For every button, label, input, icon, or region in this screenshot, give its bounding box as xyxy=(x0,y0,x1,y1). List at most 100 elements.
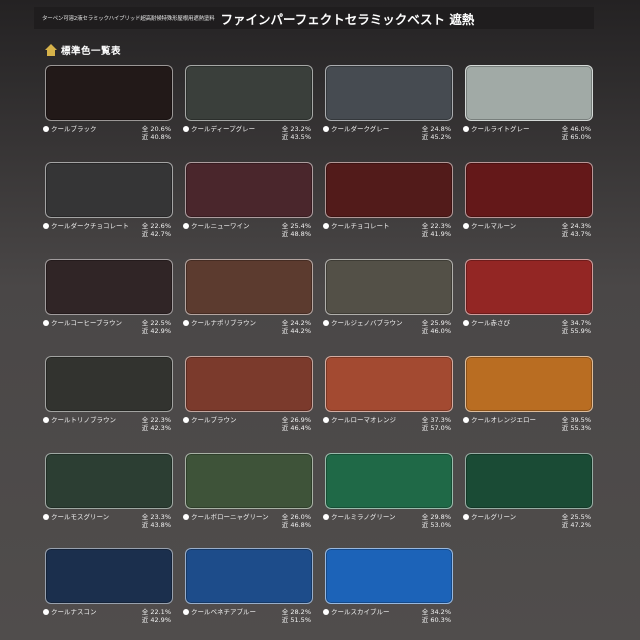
color-swatch xyxy=(45,162,173,218)
bullet-icon xyxy=(183,609,189,615)
color-info: クールマルーン 全 24.3% 近 43.7% xyxy=(463,222,591,244)
color-name-text: クールトリノブラウン xyxy=(51,416,116,424)
color-name: クールボローニャグリーン xyxy=(183,513,269,521)
color-swatch xyxy=(45,548,173,604)
color-name: クールナスコン xyxy=(43,608,97,616)
color-name: クールジェノバブラウン xyxy=(323,319,403,327)
bullet-icon xyxy=(463,126,469,132)
color-name-text: クールナポリブラウン xyxy=(191,319,256,327)
color-info: クールナスコン 全 22.1% 近 42.9% xyxy=(43,608,171,630)
section-heading: 標準色一覧表 xyxy=(45,43,121,57)
color-swatch xyxy=(325,162,453,218)
color-info: クールモスグリーン 全 23.3% 近 43.8% xyxy=(43,513,171,535)
total-solar-reflectance: 全 22.3% xyxy=(421,222,451,230)
total-solar-reflectance: 全 23.2% xyxy=(281,125,311,133)
color-name: クールダークチョコレート xyxy=(43,222,129,230)
total-solar-reflectance: 全 39.5% xyxy=(561,416,591,424)
total-solar-reflectance: 全 29.8% xyxy=(421,513,451,521)
total-solar-reflectance: 全 24.2% xyxy=(281,319,311,327)
total-solar-reflectance: 全 24.3% xyxy=(561,222,591,230)
color-name-text: クールモスグリーン xyxy=(51,513,110,521)
color-name-text: クールローマオレンジ xyxy=(331,416,396,424)
color-name: クール赤さび xyxy=(463,319,510,327)
color-info: クールダークグレー 全 24.8% 近 45.2% xyxy=(323,125,451,147)
color-name-text: クールコーヒーブラウン xyxy=(51,319,122,327)
reflectance-values: 全 25.4% 近 48.8% xyxy=(282,222,311,238)
near-infrared-reflectance: 近 43.5% xyxy=(281,133,311,141)
near-infrared-reflectance: 近 42.9% xyxy=(141,616,171,624)
total-solar-reflectance: 全 34.7% xyxy=(561,319,591,327)
color-name-text: クールグリーン xyxy=(471,513,517,521)
near-infrared-reflectance: 近 46.8% xyxy=(281,521,311,529)
color-name-text: クールブラック xyxy=(51,125,97,133)
near-infrared-reflectance: 近 42.3% xyxy=(141,424,171,432)
color-swatch xyxy=(185,548,313,604)
color-name: クールブラウン xyxy=(183,416,237,424)
color-name: クールナポリブラウン xyxy=(183,319,256,327)
reflectance-values: 全 34.2% 近 60.3% xyxy=(422,608,451,624)
color-swatch xyxy=(325,356,453,412)
reflectance-values: 全 22.1% 近 42.9% xyxy=(142,608,171,624)
color-swatch xyxy=(465,162,593,218)
reflectance-values: 全 34.7% 近 55.9% xyxy=(562,319,591,335)
color-swatch xyxy=(325,259,453,315)
total-solar-reflectance: 全 23.3% xyxy=(141,513,171,521)
bullet-icon xyxy=(43,609,49,615)
reflectance-values: 全 22.6% 近 42.7% xyxy=(142,222,171,238)
reflectance-values: 全 24.8% 近 45.2% xyxy=(422,125,451,141)
total-solar-reflectance: 全 26.0% xyxy=(281,513,311,521)
near-infrared-reflectance: 近 45.2% xyxy=(421,133,451,141)
bullet-icon xyxy=(183,514,189,520)
total-solar-reflectance: 全 22.3% xyxy=(141,416,171,424)
color-swatch xyxy=(185,162,313,218)
color-name-text: クールダークグレー xyxy=(331,125,390,133)
total-solar-reflectance: 全 20.6% xyxy=(141,125,171,133)
bullet-icon xyxy=(323,320,329,326)
near-infrared-reflectance: 近 55.3% xyxy=(561,424,591,432)
color-name-text: クールブラウン xyxy=(191,416,237,424)
color-name: クールベネチアブルー xyxy=(183,608,256,616)
color-name: クールスカイブルー xyxy=(323,608,390,616)
bullet-icon xyxy=(43,514,49,520)
reflectance-values: 全 23.3% 近 43.8% xyxy=(142,513,171,529)
color-swatch xyxy=(325,65,453,121)
color-info: クールボローニャグリーン 全 26.0% 近 46.8% xyxy=(183,513,311,535)
color-name: クールトリノブラウン xyxy=(43,416,116,424)
total-solar-reflectance: 全 22.1% xyxy=(141,608,171,616)
reflectance-values: 全 22.3% 近 41.9% xyxy=(422,222,451,238)
near-infrared-reflectance: 近 60.3% xyxy=(421,616,451,624)
total-solar-reflectance: 全 22.6% xyxy=(141,222,171,230)
reflectance-values: 全 37.3% 近 57.0% xyxy=(422,416,451,432)
total-solar-reflectance: 全 24.8% xyxy=(421,125,451,133)
near-infrared-reflectance: 近 41.9% xyxy=(421,230,451,238)
color-info: クールコーヒーブラウン 全 22.5% 近 42.9% xyxy=(43,319,171,341)
bullet-icon xyxy=(43,417,49,423)
header-title: ファインパーフェクトセラミックベスト 遮熱 xyxy=(220,11,475,27)
reflectance-values: 全 39.5% 近 55.3% xyxy=(562,416,591,432)
reflectance-values: 全 28.2% 近 51.5% xyxy=(282,608,311,624)
color-name-text: クールマルーン xyxy=(471,222,517,230)
color-swatch xyxy=(465,259,593,315)
color-info: クールベネチアブルー 全 28.2% 近 51.5% xyxy=(183,608,311,630)
color-info: クールローマオレンジ 全 37.3% 近 57.0% xyxy=(323,416,451,438)
reflectance-values: 全 29.8% 近 53.0% xyxy=(422,513,451,529)
color-name: クールダークグレー xyxy=(323,125,389,133)
color-swatch xyxy=(185,453,313,509)
reflectance-values: 全 23.2% 近 43.5% xyxy=(282,125,311,141)
color-name: クールマルーン xyxy=(463,222,516,230)
color-name: クールブラック xyxy=(43,125,97,133)
color-swatch xyxy=(45,356,173,412)
near-infrared-reflectance: 近 42.7% xyxy=(141,230,171,238)
bullet-icon xyxy=(43,223,49,229)
reflectance-values: 全 22.5% 近 42.9% xyxy=(142,319,171,335)
color-name: クールミラノグリーン xyxy=(323,513,396,521)
total-solar-reflectance: 全 26.9% xyxy=(281,416,311,424)
bullet-icon xyxy=(183,417,189,423)
color-swatch xyxy=(185,356,313,412)
near-infrared-reflectance: 近 43.8% xyxy=(141,521,171,529)
bullet-icon xyxy=(463,417,469,423)
color-name-text: クールダークチョコレート xyxy=(51,222,129,230)
header-subtitle: ターペン可溶2液セラミックハイブリッド超高耐候特殊形屋根用遮熱塗料 xyxy=(42,16,215,22)
bullet-icon xyxy=(323,223,329,229)
color-info: クールナポリブラウン 全 24.2% 近 44.2% xyxy=(183,319,311,341)
